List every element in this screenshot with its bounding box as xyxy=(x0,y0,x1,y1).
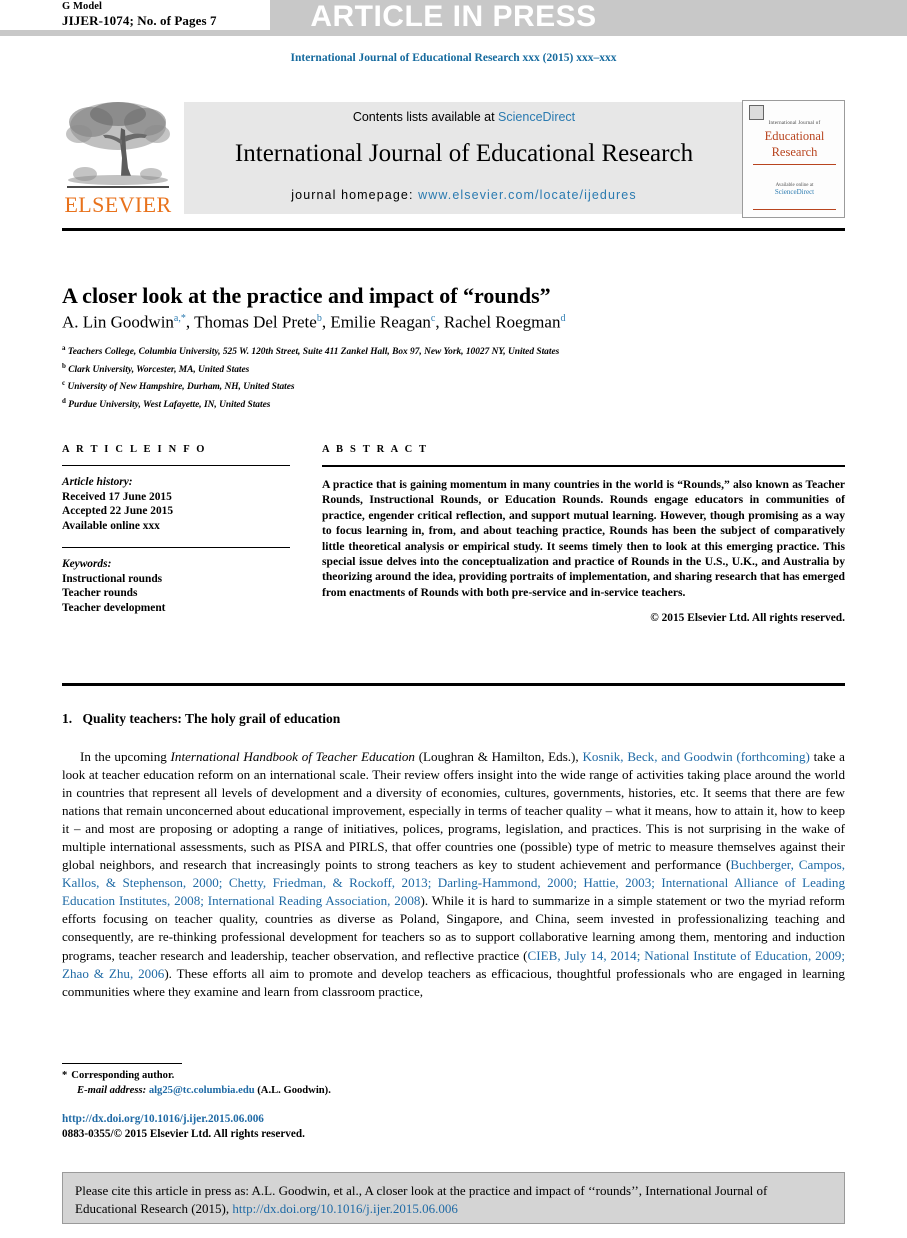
contents-lists-line: Contents lists available at ScienceDirec… xyxy=(184,110,744,124)
article-info-heading: A R T I C L E I N F O xyxy=(62,444,207,455)
masthead-gray-panel: Contents lists available at ScienceDirec… xyxy=(184,102,744,214)
affiliation-item: d Purdue University, West Lafayette, IN,… xyxy=(62,395,845,413)
article-info-rule-mid xyxy=(62,547,290,548)
corresponding-author-text: Corresponding author. xyxy=(71,1070,175,1081)
journal-homepage-line: journal homepage: www.elsevier.com/locat… xyxy=(184,188,744,202)
corresponding-author-line: * Corresponding author. xyxy=(62,1069,562,1084)
body-text-run: In the upcoming xyxy=(80,749,171,764)
journal-title: International Journal of Educational Res… xyxy=(234,140,694,167)
article-info-rule-top xyxy=(62,465,290,466)
article-page: ARTICLE IN PRESS G Model JIJER-1074; No.… xyxy=(0,0,907,1238)
body-top-rule xyxy=(62,683,845,686)
affiliation-list: a Teachers College, Columbia University,… xyxy=(62,342,845,413)
keywords-items: Instructional rounds Teacher rounds Teache… xyxy=(62,572,290,616)
cover-title-line2: Research xyxy=(771,145,818,159)
elsevier-tree-icon xyxy=(66,102,170,188)
page-title: A closer look at the practice and impact… xyxy=(62,282,551,308)
please-cite-box: Please cite this article in press as: A.… xyxy=(62,1172,845,1224)
author-list: A. Lin Goodwina,*, Thomas Del Preteb, Em… xyxy=(62,312,566,332)
body-citation-link[interactable]: Kosnik, Beck, and Goodwin (forthcoming) xyxy=(582,749,809,764)
article-history-items: Received 17 June 2015 Accepted 22 June 20… xyxy=(62,490,290,534)
article-info-column: A R T I C L E I N F O Article history: R… xyxy=(62,444,290,615)
email-label: E-mail address: xyxy=(77,1084,147,1096)
abstract-text: A practice that is gaining momentum in m… xyxy=(322,478,845,599)
cover-sciencedirect-block: Available online at ScienceDirect xyxy=(743,183,846,196)
cover-title-line1: Educational xyxy=(764,129,825,143)
affiliation-text: Teachers College, Columbia University, 5… xyxy=(65,347,560,358)
please-cite-text: Please cite this article in press as: A.… xyxy=(75,1182,832,1217)
cover-publisher-mark-icon xyxy=(749,105,764,120)
g-model-label: G Model xyxy=(62,1,103,12)
keyword-item: Teacher rounds xyxy=(62,587,138,599)
body-paragraph-1: In the upcoming International Handbook o… xyxy=(62,748,845,1001)
journal-masthead: ELSEVIER Contents lists available at Sci… xyxy=(62,100,845,218)
article-history-label: Article history: xyxy=(62,476,133,488)
author-name: Thomas Del Prete xyxy=(194,312,317,332)
article-history-item: Received 17 June 2015 xyxy=(62,490,172,503)
article-history-item: Available online xxx xyxy=(62,519,160,532)
section-1-number: 1. xyxy=(62,711,73,726)
article-history-block: Article history: Received 17 June 2015 Ac… xyxy=(62,475,290,533)
abstract-column: A B S T R A C T A practice that is gaini… xyxy=(322,444,845,624)
affiliation-item: b Clark University, Worcester, MA, Unite… xyxy=(62,360,845,378)
issn-copyright-line: 0883-0355/© 2015 Elsevier Ltd. All right… xyxy=(62,1128,305,1140)
body-italic-title: International Handbook of Teacher Educat… xyxy=(170,749,415,764)
keywords-block: Keywords: Instructional rounds Teacher ro… xyxy=(62,557,290,615)
footnote-rule xyxy=(62,1063,182,1064)
body-text-run: take a look at teacher education reform … xyxy=(62,749,845,873)
elsevier-wordmark: ELSEVIER xyxy=(64,192,172,217)
article-history-item: Accepted 22 June 2015 xyxy=(62,505,174,517)
affiliation-item: a Teachers College, Columbia University,… xyxy=(62,342,845,360)
section-1-title: Quality teachers: The holy grail of educ… xyxy=(82,711,341,726)
author-affiliation-marker: a,* xyxy=(173,313,186,324)
sciencedirect-link[interactable]: ScienceDirect xyxy=(498,110,575,124)
manuscript-id-label: JIJER-1074; No. of Pages 7 xyxy=(62,13,217,28)
footnote-block: * Corresponding author. E-mail address: a… xyxy=(62,1069,562,1098)
author-affiliation-marker: d xyxy=(560,313,566,324)
author-name: Rachel Roegman xyxy=(443,312,561,332)
homepage-prefix: journal homepage: xyxy=(291,188,419,202)
cover-superline: International Journal of xyxy=(768,121,821,126)
author-affiliation-marker: c xyxy=(430,313,436,324)
please-cite-doi-link[interactable]: http://dx.doi.org/10.1016/j.ijer.2015.06… xyxy=(232,1201,457,1216)
affiliation-text: University of New Hampshire, Durham, NH,… xyxy=(65,382,295,393)
doi-line[interactable]: http://dx.doi.org/10.1016/j.ijer.2015.06… xyxy=(62,1112,264,1127)
corresponding-author-marker: * xyxy=(62,1070,68,1081)
abstract-rule xyxy=(322,465,845,467)
keywords-label: Keywords: xyxy=(62,558,112,570)
affiliation-text: Clark University, Worcester, MA, United … xyxy=(65,364,250,375)
running-head: International Journal of Educational Res… xyxy=(290,52,617,64)
section-1-heading: 1. Quality teachers: The holy grail of e… xyxy=(62,711,845,727)
journal-homepage-link[interactable]: www.elsevier.com/locate/ijedures xyxy=(418,188,637,202)
journal-cover-thumbnail[interactable]: International Journal of Educational Res… xyxy=(742,100,845,218)
galley-model-info: G Model JIJER-1074; No. of Pages 7 xyxy=(62,1,217,28)
cover-sciencedirect-label: ScienceDirect xyxy=(774,188,815,196)
body-text-run: ). These efforts all aim to promote and … xyxy=(62,965,845,999)
author-name: Emilie Reagan xyxy=(330,312,431,332)
masthead-bottom-rule xyxy=(62,228,845,231)
elsevier-logo: ELSEVIER xyxy=(62,100,174,218)
email-line: E-mail address: alg25@tc.columbia.edu (A… xyxy=(62,1084,562,1099)
affiliation-item: c University of New Hampshire, Durham, N… xyxy=(62,377,845,395)
author-affiliation-marker: b xyxy=(316,313,322,324)
keyword-item: Teacher development xyxy=(62,601,166,614)
keyword-item: Instructional rounds xyxy=(62,572,163,585)
abstract-copyright: © 2015 Elsevier Ltd. All rights reserved… xyxy=(650,612,845,625)
body-text-run: (Loughran & Hamilton, Eds.), xyxy=(414,749,583,764)
contents-lists-prefix: Contents lists available at xyxy=(352,110,499,124)
cover-rule-top xyxy=(753,164,836,165)
email-link[interactable]: alg25@tc.columbia.edu xyxy=(149,1085,255,1096)
affiliation-text: Purdue University, West Lafayette, IN, U… xyxy=(65,400,271,411)
email-owner: (A.L. Goodwin). xyxy=(257,1084,331,1096)
author-name: A. Lin Goodwin xyxy=(62,312,174,332)
cover-rule-bottom xyxy=(753,209,836,210)
abstract-heading: A B S T R A C T xyxy=(322,444,429,455)
